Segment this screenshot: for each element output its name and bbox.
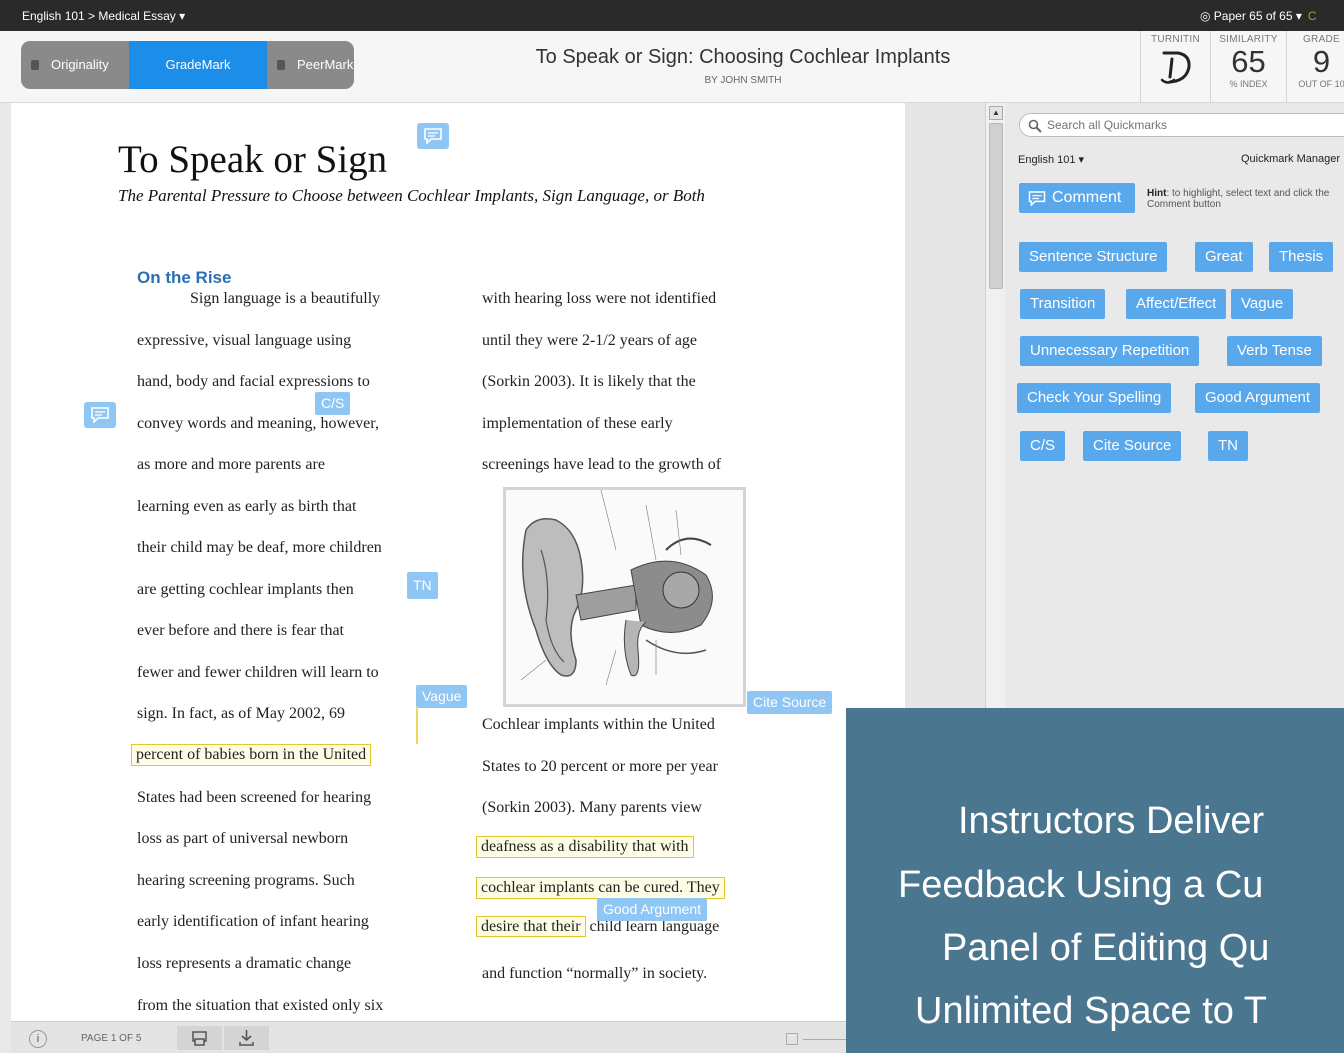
caption-line: Unlimited Space to T (915, 990, 1268, 1032)
quickmark-cite-source[interactable]: Cite Source (1083, 431, 1182, 461)
comment-bubble-icon[interactable] (417, 123, 449, 149)
similarity-value: 65 (1231, 44, 1266, 79)
zoom-fit-icon[interactable] (786, 1033, 798, 1045)
paper-navigator[interactable]: ◎ Paper 65 of 65 ▾ C (1200, 9, 1317, 23)
page-indicator: PAGE 1 OF 5 (81, 1033, 142, 1044)
quickmark-affect-effect[interactable]: Affect/Effect (1126, 289, 1227, 319)
quickmark-tag-vague[interactable]: Vague (416, 685, 468, 708)
hint-text: : to highlight, select text and click th… (1147, 188, 1330, 210)
quickmark-sentence-structure[interactable]: Sentence Structure (1019, 242, 1168, 272)
quickmark-tag-tn[interactable]: TN (407, 572, 438, 599)
bottom-toolbar: i PAGE 1 OF 5 (11, 1021, 905, 1053)
caption-line: Feedback Using a Cu (898, 864, 1264, 906)
hint-label: Hint (1147, 188, 1167, 199)
quickmark-transition[interactable]: Transition (1020, 289, 1106, 319)
annotation-connectors (416, 708, 418, 744)
download-icon (239, 1030, 254, 1046)
similarity-sub: % INDEX (1229, 79, 1268, 89)
turnitin-label: TURNITIN (1150, 34, 1201, 45)
download-button[interactable] (224, 1026, 269, 1050)
quickmark-vague[interactable]: Vague (1231, 289, 1294, 319)
promo-caption-overlay: Instructors Deliver Feedback Using a Cu … (846, 708, 1344, 1053)
turnitin-grademark-window: English 101 > Medical Essay ▾ ◎ Paper 65… (0, 0, 1344, 1053)
quickmark-thesis[interactable]: Thesis (1269, 242, 1334, 272)
comment-button-label: Comment (1052, 189, 1122, 206)
comment-hint: Hint: to highlight, select text and clic… (1147, 188, 1344, 210)
comment-bubble-icon[interactable] (84, 402, 116, 428)
info-icon[interactable]: i (29, 1030, 47, 1048)
quickmark-search[interactable] (1019, 113, 1344, 137)
similarity-box[interactable]: SIMILARITY 65 % INDEX (1210, 31, 1286, 103)
quickmark-verb-tense[interactable]: Verb Tense (1227, 336, 1322, 366)
grade-box[interactable]: GRADE 9 OUT OF 10 (1286, 31, 1344, 103)
quickmark-set-dropdown[interactable]: English 101 ▾ (1018, 153, 1084, 166)
caption-line: Instructors Deliver (958, 800, 1265, 842)
quickmark-manager-link[interactable]: Quickmark Manager (1241, 153, 1340, 165)
quickmark-tag-cite-source[interactable]: Cite Source (747, 691, 833, 714)
turnitin-logo-icon (1160, 51, 1191, 84)
print-button[interactable] (177, 1026, 222, 1050)
comment-icon (1028, 191, 1046, 206)
quickmark-tag-good-argument[interactable]: Good Argument (597, 898, 708, 921)
caption-line: Panel of Editing Qu (942, 927, 1270, 969)
quickmark-tag-cs[interactable]: C/S (315, 392, 351, 415)
quickmark-great[interactable]: Great (1195, 242, 1253, 272)
paper-nav-label[interactable]: ◎ Paper 65 of 65 ▾ (1200, 9, 1302, 23)
grade-value: 9 (1312, 44, 1331, 79)
quickmark-good-argument[interactable]: Good Argument (1195, 383, 1321, 413)
comment-button[interactable]: Comment (1019, 183, 1135, 213)
grade-sub: OUT OF 10 (1298, 79, 1344, 89)
quickmark-check-your-spelling[interactable]: Check Your Spelling (1017, 383, 1172, 413)
quickmark-cs[interactable]: C/S (1020, 431, 1066, 461)
turnitin-logo-box: TURNITIN (1140, 31, 1210, 103)
quickmark-unnecessary-repetition[interactable]: Unnecessary Repetition (1020, 336, 1200, 366)
scroll-thumb[interactable] (989, 123, 1003, 289)
next-paper-icon[interactable]: C (1308, 9, 1317, 23)
search-icon (1028, 119, 1042, 133)
quickmark-tn[interactable]: TN (1208, 431, 1248, 461)
scroll-up-icon[interactable]: ▲ (989, 106, 1003, 120)
quickmark-search-input[interactable] (1047, 116, 1344, 134)
print-icon (192, 1031, 207, 1046)
